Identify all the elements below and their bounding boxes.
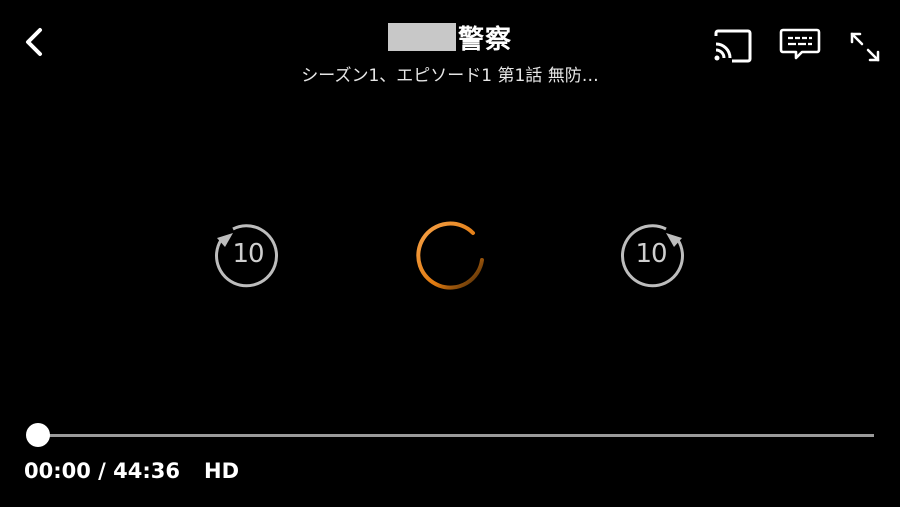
current-time: 00:00 xyxy=(24,459,91,483)
chevron-left-icon xyxy=(26,28,42,56)
time-separator: / xyxy=(98,459,106,483)
time-row: 00:00 / 44:36 HD xyxy=(24,459,239,483)
fullscreen-button[interactable] xyxy=(848,30,882,64)
spinner-icon xyxy=(416,221,484,290)
cast-button[interactable] xyxy=(712,28,754,64)
time-display: 00:00 / 44:36 xyxy=(24,459,180,483)
subtitles-button[interactable] xyxy=(778,26,822,64)
redacted-block xyxy=(387,23,456,51)
forward-10-button[interactable]: 10 xyxy=(616,218,686,288)
cast-icon xyxy=(714,29,752,63)
loading-spinner xyxy=(413,217,487,291)
forward-seconds-label: 10 xyxy=(635,239,667,269)
episode-subtitle: シーズン1、エピソード1 第1話 無防… xyxy=(301,66,599,86)
back-button[interactable] xyxy=(18,24,54,60)
title-area: 警察 シーズン1、エピソード1 第1話 無防… xyxy=(200,20,700,86)
expand-icon xyxy=(850,32,880,62)
rewind-seconds-label: 10 xyxy=(232,239,264,269)
rewind-10-button[interactable]: 10 xyxy=(213,218,283,288)
title-row: 警察 xyxy=(200,20,700,55)
scrubber-handle[interactable] xyxy=(26,423,50,447)
duration: 44:36 xyxy=(113,459,181,483)
subtitles-icon xyxy=(779,28,821,60)
progress-track[interactable] xyxy=(38,434,874,437)
quality-badge: HD xyxy=(204,459,240,483)
video-title: 警察 xyxy=(457,24,512,55)
